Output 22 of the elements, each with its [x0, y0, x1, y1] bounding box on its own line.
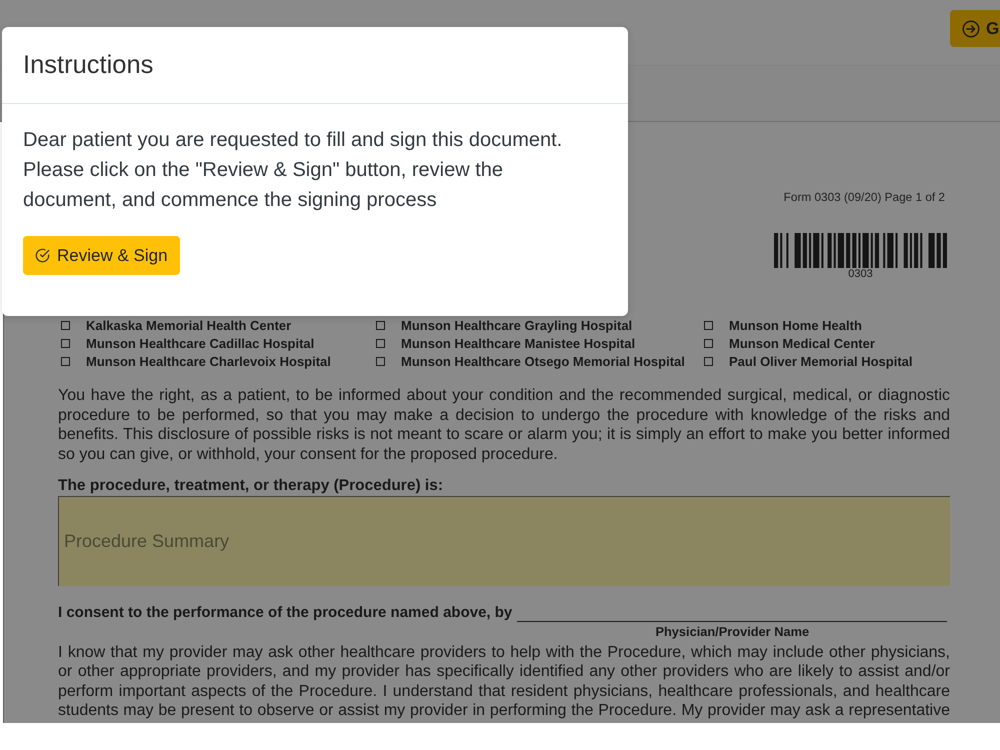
facility-label: Munson Healthcare Grayling Hospital	[401, 318, 632, 332]
review-sign-button[interactable]: Review & Sign	[23, 236, 180, 275]
consent-statement: I consent to the performance of the procedure named above, by	[58, 602, 512, 622]
facility-label: Munson Medical Center	[729, 336, 875, 350]
provider-name-caption: Physician/Provider Name	[655, 625, 810, 639]
procedure-heading: The procedure, treatment, or therapy (Procedure) is:	[58, 476, 444, 496]
rights-paragraph: You have the right, as a patient, to be informed about your condition and the recommended surgical, medical, or diagnostic procedure to be performed, so that you may make a decision to undergo the procedure with knowledge of the risks and benefits. This disclosure of possible risks is not meant to scare or alarm you; it is simply an effort to make you better informed so you can give, or withhold, your consent for the proposed procedure.	[58, 386, 950, 464]
facility-label: Munson Healthcare Manistee Hospital	[401, 336, 636, 350]
arrow-right-circle-icon	[962, 20, 980, 38]
facility-label: Munson Home Health	[729, 318, 862, 332]
facility-label: Paul Oliver Memorial Hospital	[729, 354, 912, 368]
check-circle-icon	[35, 248, 50, 263]
modal-title: Instructions	[23, 50, 154, 80]
procedure-field[interactable]: Procedure Summary	[58, 496, 950, 586]
form-number-text: Form 0303 (09/20) Page 1 of 2	[784, 191, 945, 204]
providers-paragraph: I know that my provider may ask other healthcare providers to help with the Procedure, which may include other physicians, or other appropriate providers, and my provider has specifically identified any other providers who are likely to assist and/or perform important aspects of the Procedure. I understand that resident physicians, healthcare professionals, and healthcare students may be present to observe or assist my provider in performing the Procedure. My provider may ask a representative	[58, 643, 950, 720]
facility-label: Munson Healthcare Cadillac Hospital	[86, 336, 314, 350]
barcode-number: 0303	[848, 268, 873, 280]
facility-label: Munson Healthcare Charlevoix Hospital	[86, 354, 331, 368]
facility-label: Kalkaska Memorial Health Center	[86, 318, 292, 332]
facility-label: Munson Healthcare Otsego Memorial Hospital	[401, 354, 685, 368]
instructions-text: Dear patient you are requested to fill and sign this document. Please click on the "Review & Sign" button, review the document, and commence the signing process	[23, 128, 564, 213]
